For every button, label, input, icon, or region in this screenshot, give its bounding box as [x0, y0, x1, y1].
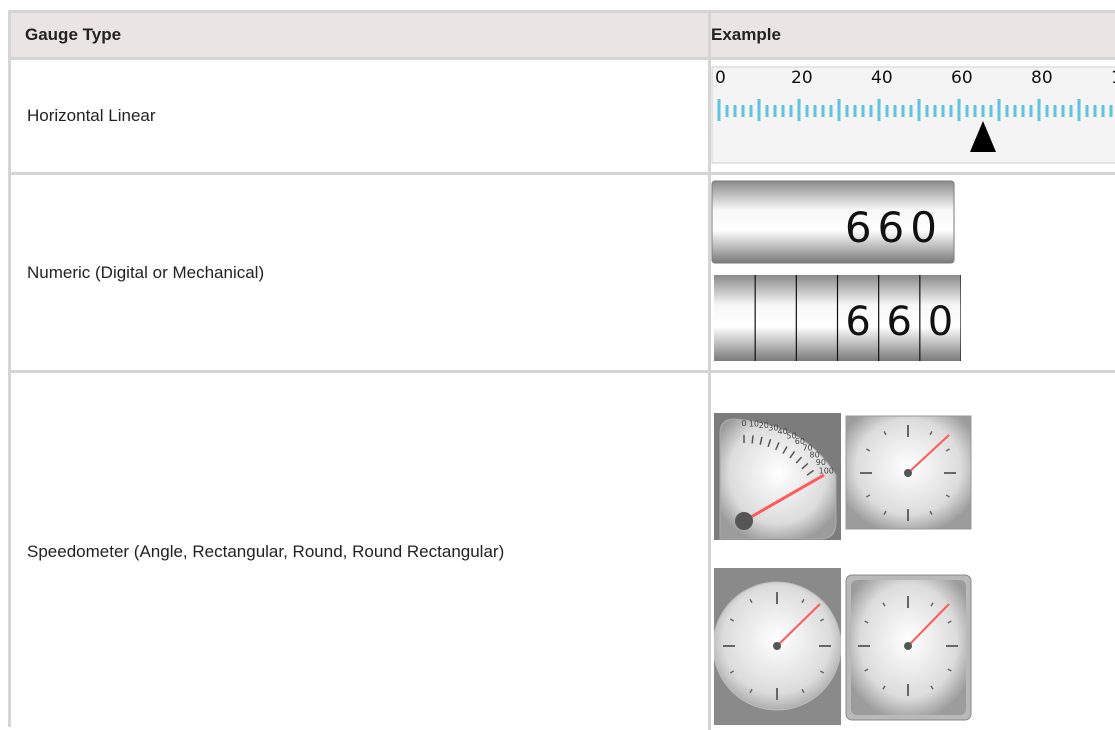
linear-tick — [741, 105, 745, 117]
row-label-horizontal-linear: Horizontal Linear — [27, 106, 156, 125]
speedometer-round-rectangular — [845, 574, 972, 721]
linear-tick — [757, 99, 761, 121]
linear-tick — [1061, 105, 1065, 117]
linear-tick — [773, 105, 777, 117]
round-rect-gauge-hub — [904, 642, 912, 650]
linear-tick — [725, 105, 729, 117]
linear-tick — [1077, 99, 1081, 121]
round-gauge-hub — [773, 642, 781, 650]
speedometer-round — [714, 568, 841, 725]
linear-tick — [989, 105, 993, 117]
linear-tick — [805, 105, 809, 117]
linear-tick — [829, 105, 833, 117]
linear-tick — [877, 99, 881, 121]
speedometer-rectangular — [845, 415, 972, 530]
angle-gauge-hub — [735, 512, 753, 530]
angle-scale-label: 10 — [749, 420, 759, 429]
linear-tick — [1005, 105, 1009, 117]
linear-tick — [1037, 99, 1041, 121]
linear-tick — [861, 105, 865, 117]
linear-tick — [837, 99, 841, 121]
linear-tick — [749, 105, 753, 117]
linear-scale-label: 40 — [871, 68, 893, 88]
linear-tick — [1085, 105, 1089, 117]
linear-tick — [869, 105, 873, 117]
linear-tick — [1029, 105, 1033, 117]
linear-tick — [901, 105, 905, 117]
header-example: Example — [711, 13, 1115, 57]
row-label-numeric: Numeric (Digital or Mechanical) — [27, 262, 265, 282]
linear-scale-label: 20 — [791, 68, 813, 88]
angle-scale-label: 100 — [819, 467, 834, 476]
mechanical-numeric-gauge: 660 — [714, 275, 961, 361]
linear-tick — [1045, 105, 1049, 117]
linear-tick — [1109, 105, 1113, 117]
linear-tick — [1093, 105, 1097, 117]
header-gauge-type: Gauge Type — [11, 13, 708, 57]
linear-tick — [981, 105, 985, 117]
linear-scale-label: 80 — [1031, 68, 1053, 88]
linear-scale-label: 100 — [1111, 68, 1115, 88]
linear-tick — [893, 105, 897, 117]
linear-tick — [717, 99, 721, 121]
linear-tick — [733, 105, 737, 117]
linear-tick — [1053, 105, 1057, 117]
linear-tick — [997, 99, 1001, 121]
drum-digit: 6 — [845, 299, 870, 345]
linear-tick — [781, 105, 785, 117]
linear-tick — [853, 105, 857, 117]
angle-tick — [751, 435, 754, 444]
linear-tick — [949, 105, 953, 117]
horizontal-linear-gauge: 0 20 40 60 80 100 — [711, 66, 1115, 164]
linear-tick — [821, 105, 825, 117]
linear-tick — [965, 105, 969, 117]
linear-scale-label: 60 — [951, 68, 973, 88]
angle-scale-label: 0 — [741, 419, 746, 428]
drum-digit: 6 — [887, 299, 912, 345]
digital-numeric-gauge: 660 — [711, 180, 955, 264]
speedometer-angle: 0 10 20 30 405060708090100 — [714, 413, 841, 540]
linear-tick — [933, 105, 937, 117]
linear-scale-label: 0 — [715, 68, 726, 88]
linear-tick — [885, 105, 889, 117]
digital-value: 660 — [845, 203, 943, 252]
linear-tick — [765, 105, 769, 117]
linear-tick — [909, 105, 913, 117]
gauge-table: Gauge Type Example Horizontal Linear Num… — [8, 10, 1115, 730]
linear-tick — [941, 105, 945, 117]
linear-tick — [917, 99, 921, 121]
linear-tick — [1021, 105, 1025, 117]
linear-tick — [797, 99, 801, 121]
linear-tick — [845, 105, 849, 117]
linear-tick — [789, 105, 793, 117]
linear-tick — [973, 105, 977, 117]
linear-tick — [957, 99, 961, 121]
linear-tick — [925, 105, 929, 117]
linear-tick — [813, 105, 817, 117]
drum-digit: 0 — [928, 299, 953, 345]
row-label-speedometer: Speedometer (Angle, Rectangular, Round, … — [27, 541, 505, 561]
linear-tick — [1013, 105, 1017, 117]
rect-gauge-hub — [904, 469, 912, 477]
linear-tick — [1069, 105, 1073, 117]
linear-tick — [1101, 105, 1105, 117]
